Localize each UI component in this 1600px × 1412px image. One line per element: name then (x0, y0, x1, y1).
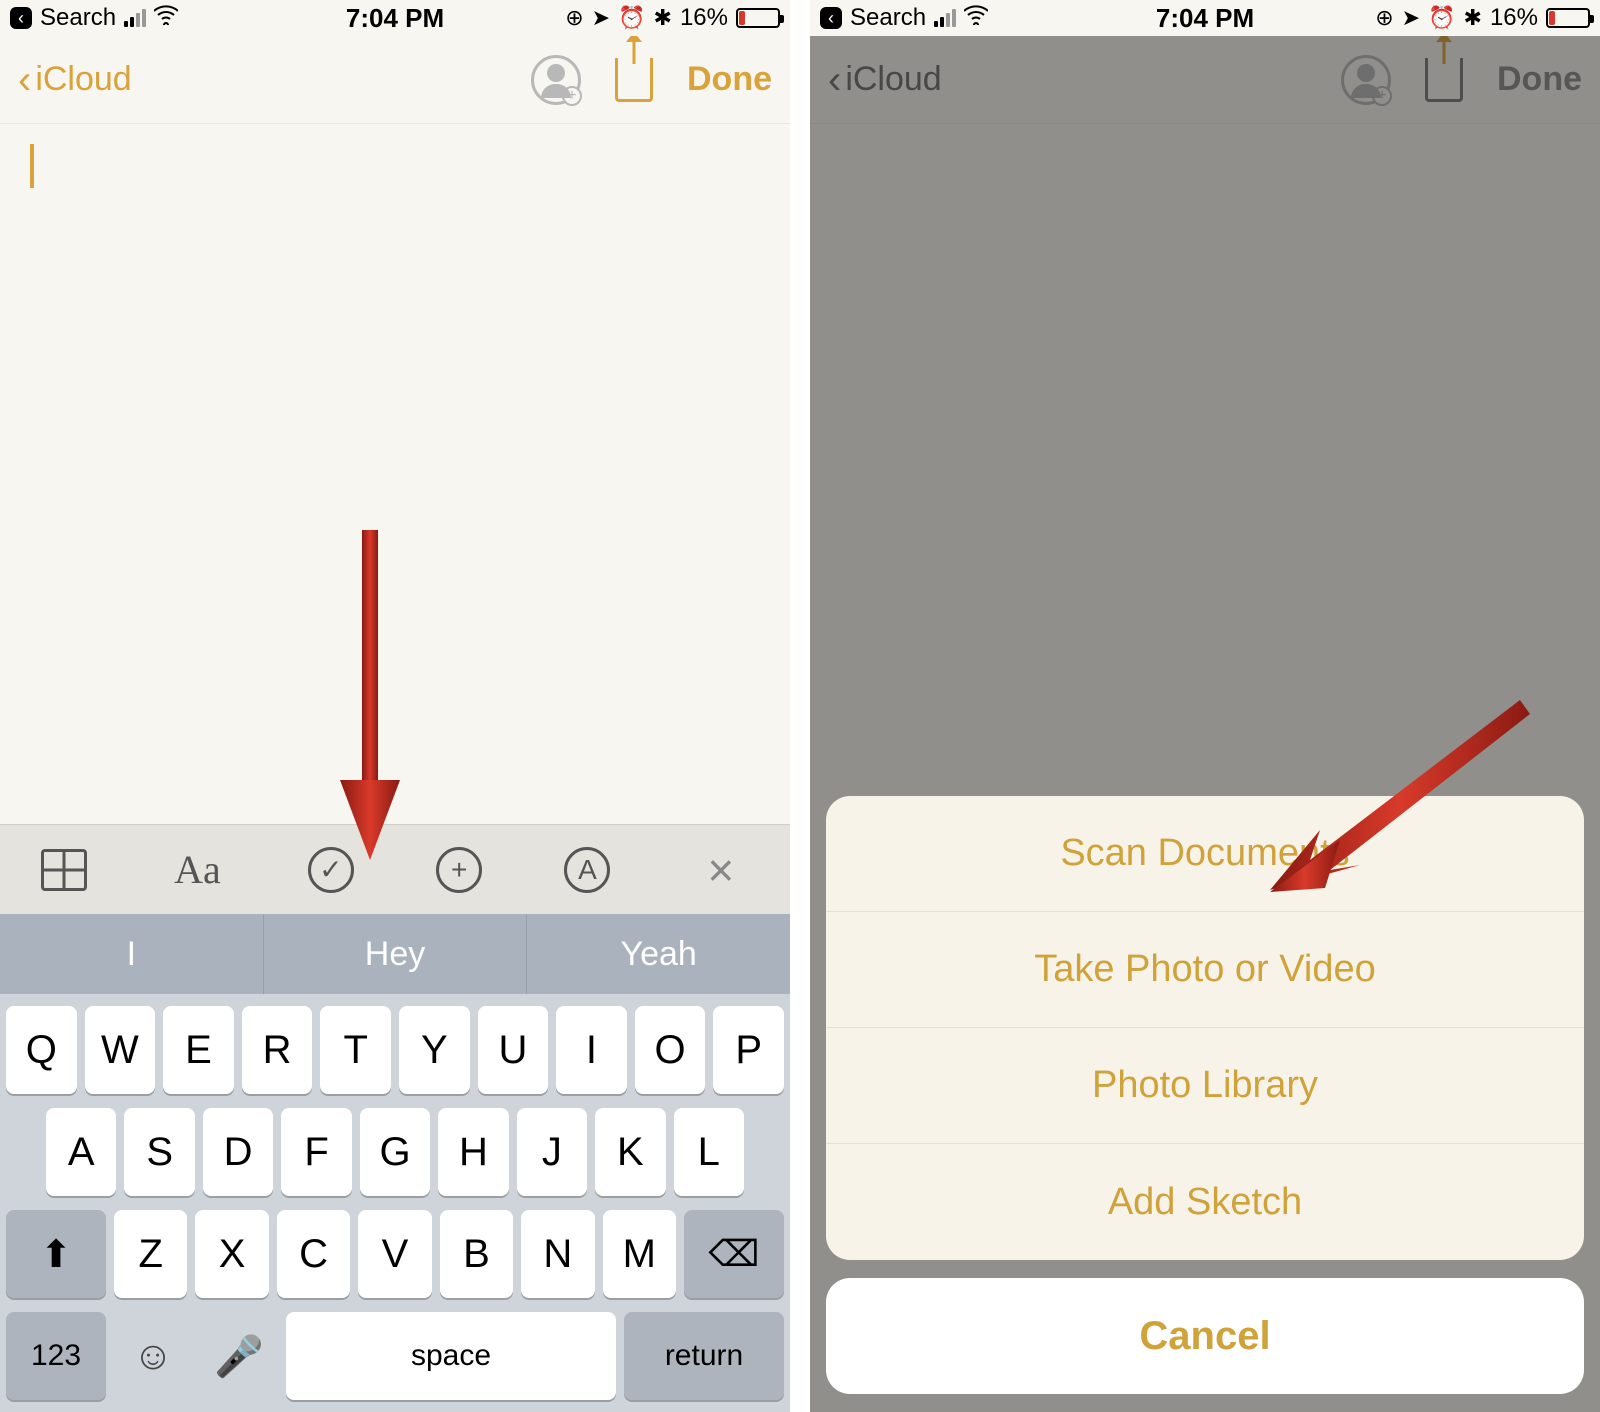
key-a[interactable]: A (46, 1108, 116, 1196)
back-to-app-icon[interactable]: ‹ (10, 7, 32, 29)
bluetooth-icon: ✱ (654, 5, 672, 31)
key-k[interactable]: K (595, 1108, 665, 1196)
sheet-take-photo-video[interactable]: Take Photo or Video (826, 912, 1584, 1028)
key-j[interactable]: J (517, 1108, 587, 1196)
wifi-icon (154, 5, 178, 31)
clock: 7:04 PM (1156, 3, 1254, 34)
location-icon: ➤ (1402, 5, 1420, 31)
bluetooth-icon: ✱ (1464, 5, 1482, 31)
alarm-icon: ⏰ (618, 5, 645, 31)
wifi-icon (964, 5, 988, 31)
key-e[interactable]: E (163, 1006, 234, 1094)
done-button[interactable]: Done (687, 60, 772, 99)
key-x[interactable]: X (195, 1210, 268, 1298)
key-s[interactable]: S (124, 1108, 194, 1196)
key-q[interactable]: Q (6, 1006, 77, 1094)
back-button[interactable]: ‹ iCloud (18, 60, 132, 100)
key-z[interactable]: Z (114, 1210, 187, 1298)
nav-bar: ‹ iCloud + Done (810, 36, 1600, 124)
nav-bar: ‹ iCloud + Done (0, 36, 790, 124)
suggestion-3[interactable]: Yeah (527, 914, 790, 994)
key-emoji[interactable]: ☺ (114, 1312, 192, 1400)
key-numbers[interactable]: 123 (6, 1312, 106, 1400)
key-d[interactable]: D (203, 1108, 273, 1196)
location-icon: ➤ (592, 5, 610, 31)
chevron-left-icon: ‹ (828, 60, 841, 100)
suggestion-1[interactable]: I (0, 914, 264, 994)
key-t[interactable]: T (320, 1006, 391, 1094)
key-space[interactable]: space (286, 1312, 616, 1400)
key-y[interactable]: Y (399, 1006, 470, 1094)
key-g[interactable]: G (360, 1108, 430, 1196)
note-editor[interactable] (0, 124, 790, 824)
key-w[interactable]: W (85, 1006, 156, 1094)
cell-signal-icon (124, 9, 146, 27)
key-shift[interactable]: ⬆ (6, 1210, 106, 1298)
key-i[interactable]: I (556, 1006, 627, 1094)
key-m[interactable]: M (603, 1210, 676, 1298)
key-backspace[interactable]: ⌫ (684, 1210, 784, 1298)
text-style-icon[interactable]: Aa (169, 842, 225, 898)
done-button: Done (1497, 60, 1582, 99)
back-to-app-label[interactable]: Search (40, 4, 116, 32)
markup-icon[interactable]: A (564, 847, 610, 893)
chevron-left-icon: ‹ (18, 60, 31, 100)
table-icon[interactable] (41, 849, 87, 891)
battery-icon (1546, 8, 1590, 28)
back-to-app-icon[interactable]: ‹ (820, 7, 842, 29)
share-icon[interactable] (615, 58, 653, 102)
key-v[interactable]: V (358, 1210, 431, 1298)
phone-left: ‹ Search 7:04 PM ⊕ ➤ ⏰ ✱ 16% (0, 0, 790, 1412)
suggestion-2[interactable]: Hey (264, 914, 528, 994)
share-icon (1425, 58, 1463, 102)
back-to-app-label[interactable]: Search (850, 4, 926, 32)
keyboard: Q W E R T Y U I O P A S D F G H J K L (0, 994, 790, 1412)
battery-pct: 16% (680, 4, 728, 32)
key-u[interactable]: U (478, 1006, 549, 1094)
sheet-cancel[interactable]: Cancel (826, 1278, 1584, 1394)
quicktype-bar: I Hey Yeah (0, 914, 790, 994)
orientation-lock-icon: ⊕ (1375, 5, 1393, 31)
back-label: iCloud (35, 60, 131, 99)
key-p[interactable]: P (713, 1006, 784, 1094)
key-l[interactable]: L (674, 1108, 744, 1196)
key-c[interactable]: C (277, 1210, 350, 1298)
key-dictation[interactable]: 🎤 (200, 1312, 278, 1400)
cell-signal-icon (934, 9, 956, 27)
alarm-icon: ⏰ (1428, 5, 1455, 31)
formatting-toolbar: Aa ✓ + A × (0, 824, 790, 914)
backspace-icon: ⌫ (709, 1233, 760, 1275)
key-n[interactable]: N (521, 1210, 594, 1298)
shift-icon: ⬆ (40, 1232, 72, 1277)
key-return[interactable]: return (624, 1312, 784, 1400)
add-attachment-icon[interactable]: + (436, 847, 482, 893)
text-cursor (30, 144, 34, 188)
key-o[interactable]: O (635, 1006, 706, 1094)
back-label: iCloud (845, 60, 941, 99)
status-bar: ‹ Search 7:04 PM ⊕ ➤ ⏰ ✱ 16% (0, 0, 790, 36)
add-person-icon[interactable]: + (531, 55, 581, 105)
sheet-scan-documents[interactable]: Scan Documents (826, 796, 1584, 912)
battery-icon (736, 8, 780, 28)
key-h[interactable]: H (438, 1108, 508, 1196)
battery-pct: 16% (1490, 4, 1538, 32)
key-r[interactable]: R (242, 1006, 313, 1094)
checklist-icon[interactable]: ✓ (308, 847, 354, 893)
key-b[interactable]: B (440, 1210, 513, 1298)
key-f[interactable]: F (281, 1108, 351, 1196)
phone-right: ‹ Search 7:04 PM ⊕ ➤ ⏰ ✱ 16% (810, 0, 1600, 1412)
add-person-icon: + (1341, 55, 1391, 105)
sheet-add-sketch[interactable]: Add Sketch (826, 1144, 1584, 1260)
status-bar: ‹ Search 7:04 PM ⊕ ➤ ⏰ ✱ 16% (810, 0, 1600, 36)
back-button: ‹ iCloud (828, 60, 942, 100)
dismiss-toolbar-icon[interactable]: × (693, 842, 749, 898)
clock: 7:04 PM (346, 3, 444, 34)
sheet-photo-library[interactable]: Photo Library (826, 1028, 1584, 1144)
action-sheet: Scan Documents Take Photo or Video Photo… (826, 796, 1584, 1394)
orientation-lock-icon: ⊕ (565, 5, 583, 31)
